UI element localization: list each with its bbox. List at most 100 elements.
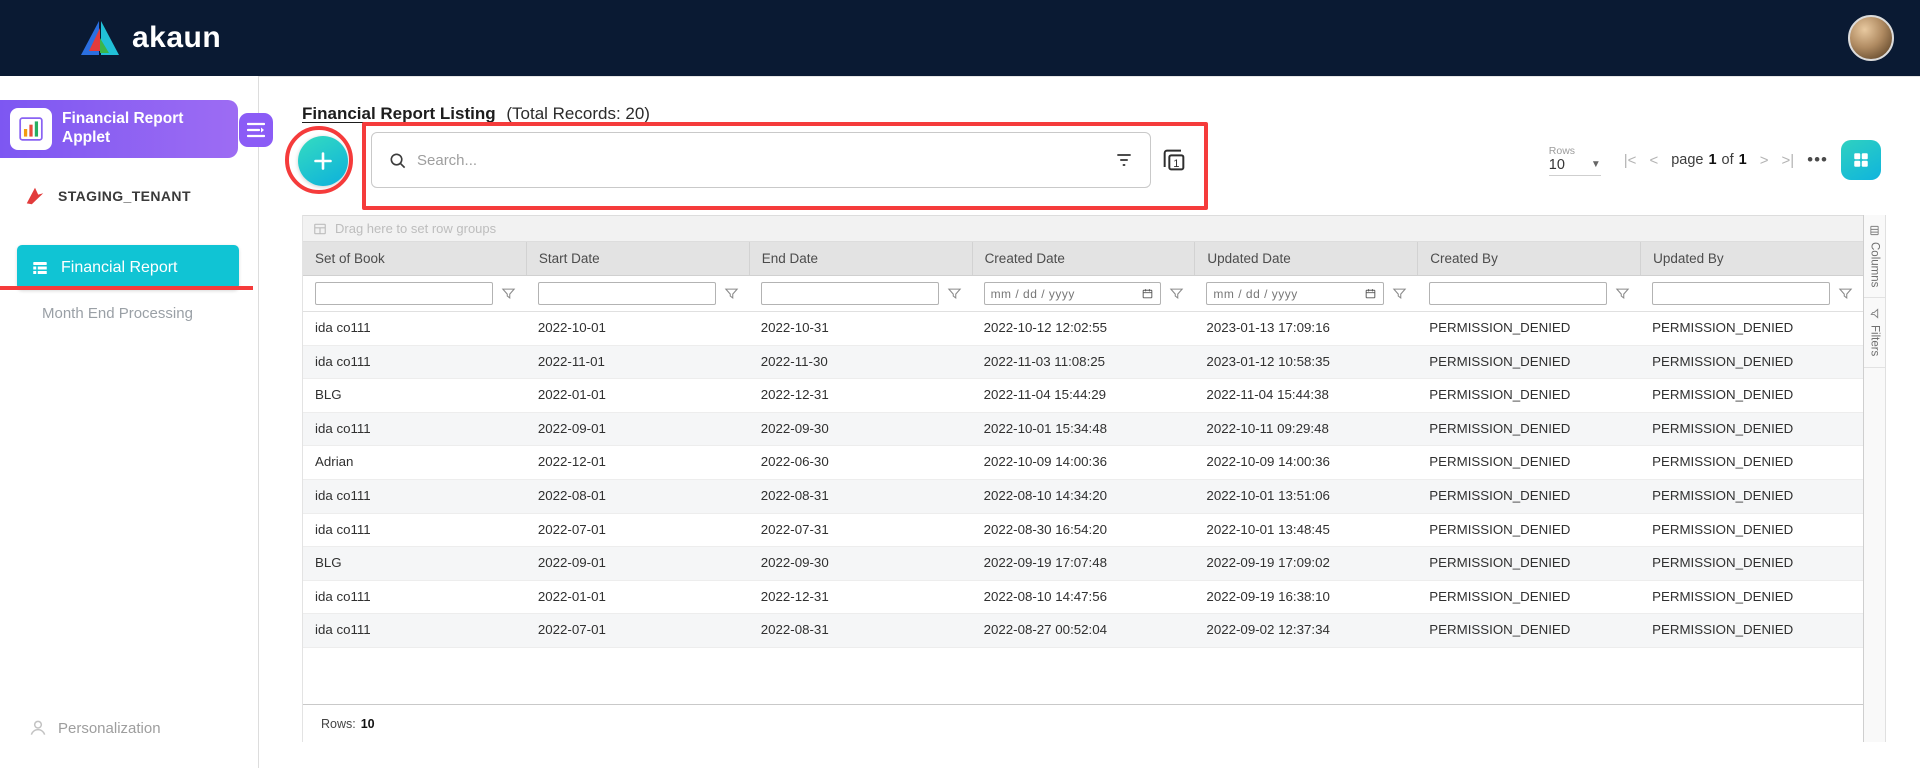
table-cell: ida co111 [315, 353, 371, 369]
table-cell: 2022-08-10 14:47:56 [983, 588, 1108, 604]
sidebar-item-month-end-processing[interactable]: Month End Processing [42, 305, 193, 322]
table-cell: PERMISSION_DENIED [1652, 454, 1794, 470]
logo-text: akaun [132, 21, 222, 54]
sidebar-item-financial-report[interactable]: Financial Report [17, 245, 239, 290]
filter-funnel-icon[interactable] [1838, 286, 1853, 301]
personalization-label: Personalization [58, 719, 161, 737]
table-cell: 2022-09-01 [537, 420, 606, 436]
filter-funnel-icon[interactable] [724, 286, 739, 301]
more-options-icon[interactable]: ••• [1807, 150, 1828, 170]
table-cell: PERMISSION_DENIED [1652, 622, 1794, 638]
calendar-icon[interactable] [1141, 287, 1154, 300]
sidebar-collapse-button[interactable] [239, 113, 273, 147]
calendar-icon[interactable] [1364, 287, 1377, 300]
filter-cell [1640, 276, 1863, 311]
table-empty-space [303, 648, 1863, 704]
akaun-logo[interactable]: akaun [78, 18, 221, 58]
table-cell: ida co111 [315, 487, 371, 503]
column-filter-input[interactable] [1652, 282, 1830, 305]
page-title-row: Financial Report Listing (Total Records:… [302, 104, 650, 124]
table-cell: 2022-12-01 [537, 454, 606, 470]
table-cell: 2022-11-04 15:44:29 [983, 387, 1107, 403]
akaun-logo-icon [78, 18, 122, 58]
table-cell: PERMISSION_DENIED [1652, 555, 1794, 571]
tab-filters[interactable]: Filters [1864, 298, 1885, 368]
table-cell: 2022-07-01 [537, 622, 606, 638]
table-cell: 2023-01-13 17:09:16 [1206, 320, 1330, 335]
table-cell: 2022-07-31 [760, 521, 829, 537]
filter-funnel-icon[interactable] [1169, 286, 1184, 301]
column-header-created-date[interactable]: Created Date [971, 242, 1195, 275]
table-cell: BLG [315, 555, 342, 571]
filter-list-icon[interactable] [1114, 150, 1134, 170]
table-cell: PERMISSION_DENIED [1429, 555, 1571, 571]
next-page-icon[interactable]: > [1760, 152, 1769, 169]
search-input[interactable] [415, 150, 1106, 170]
column-header-set-of-book[interactable]: Set of Book [303, 242, 526, 275]
table-row[interactable]: BLG 2022-09-01 2022-09-30 2022-09-19 17:07:… [303, 547, 1863, 581]
table-cell: 2022-11-04 15:44:38 [1206, 387, 1329, 403]
last-page-icon[interactable]: >| [1781, 152, 1794, 169]
table-cell: 2022-10-09 14:00:36 [983, 454, 1108, 470]
column-header-end-date[interactable]: End Date [748, 242, 972, 275]
table-cell: 2022-10-12 12:02:55 [983, 320, 1108, 335]
table-cell: 2022-08-01 [537, 487, 606, 503]
date-placeholder: mm / dd / yyyy [1213, 286, 1298, 301]
tab-columns[interactable]: Columns [1864, 215, 1885, 299]
filter-funnel-icon[interactable] [501, 286, 516, 301]
filter-funnel-icon[interactable] [1392, 286, 1407, 301]
table-cell: 2022-09-19 16:38:10 [1206, 588, 1330, 604]
table-row[interactable]: ida co111 2022-09-01 2022-09-30 2022-10-01 … [303, 412, 1863, 447]
table-header-row: Set of Book Start Date End Date Created Dat… [303, 242, 1863, 276]
column-filter-input[interactable] [315, 282, 493, 305]
filter-funnel-icon[interactable] [947, 286, 962, 301]
table-cell: 2022-10-01 [537, 320, 606, 335]
user-avatar[interactable] [1848, 15, 1894, 61]
prev-page-icon[interactable]: < [1649, 152, 1658, 169]
column-filter-input[interactable] [1429, 282, 1608, 305]
table-row[interactable]: Adrian 2022-12-01 2022-06-30 2022-10-09 14:… [303, 446, 1863, 480]
column-header-updated-by[interactable]: Updated By [1640, 242, 1863, 275]
table-cell: 2022-10-11 09:29:48 [1206, 420, 1329, 436]
table-row[interactable]: ida co111 2022-07-01 2022-07-31 2022-08-30 … [303, 514, 1863, 548]
table-cell: 2022-09-01 [537, 555, 606, 571]
search-bar [371, 132, 1151, 188]
table-cell: 2022-10-31 [760, 320, 829, 335]
table-row[interactable]: ida co111 2022-11-01 2022-11-30 2022-11-03 … [303, 345, 1863, 380]
table-row[interactable]: BLG 2022-01-01 2022-12-31 2022-11-04 15:44:… [303, 379, 1863, 413]
table-cell: 2022-09-19 17:07:48 [983, 555, 1108, 571]
table-cell: 2022-12-31 [760, 588, 829, 604]
grid-view-button[interactable] [1841, 140, 1881, 180]
footer-rows-label: Rows: [321, 716, 356, 731]
sidebar-item-personalization[interactable]: Personalization [28, 718, 161, 738]
filter-1-page-icon[interactable]: 1 [1160, 146, 1188, 174]
column-header-created-by[interactable]: Created By [1417, 242, 1640, 275]
table-cell: 2022-08-10 14:34:20 [983, 487, 1108, 503]
first-page-icon[interactable]: |< [1624, 152, 1637, 169]
chevron-down-icon: ▼ [1590, 159, 1601, 170]
table-cell: 2022-08-30 16:54:20 [983, 521, 1108, 537]
table-row[interactable]: ida co111 2022-08-01 2022-08-31 2022-08-10 … [303, 479, 1863, 514]
filter-funnel-icon[interactable] [1615, 286, 1630, 301]
column-filter-input[interactable] [760, 282, 939, 305]
tab-columns-label: Columns [1868, 242, 1881, 288]
table-cell: 2022-10-01 15:34:48 [983, 420, 1108, 436]
sidebar-item-tenant[interactable]: STAGING_TENANT [0, 179, 258, 213]
sidebar-item-applet[interactable]: Financial Report Applet [0, 100, 238, 158]
column-header-updated-date[interactable]: Updated Date [1194, 242, 1417, 275]
table-cell: ida co111 [315, 521, 371, 537]
column-filter-input[interactable] [537, 282, 716, 305]
table-row[interactable]: ida co111 2022-07-01 2022-08-31 2022-08-27 … [303, 614, 1863, 648]
table-cell: PERMISSION_DENIED [1652, 387, 1794, 403]
column-header-start-date[interactable]: Start Date [525, 242, 749, 275]
rows-per-page-select[interactable]: Rows 10 ▼ [1548, 145, 1601, 176]
table-cell: ida co111 [315, 420, 371, 436]
column-date-filter[interactable]: mm / dd / yyyy [1206, 282, 1385, 305]
column-date-filter[interactable]: mm / dd / yyyy [983, 282, 1162, 305]
table-cell: 2022-09-30 [760, 420, 829, 436]
row-group-dropzone[interactable]: Drag here to set row groups [303, 215, 1863, 242]
add-record-button[interactable] [298, 136, 348, 186]
table-row[interactable]: ida co111 2022-01-01 2022-12-31 2022-08-10 … [303, 581, 1863, 615]
table-row[interactable]: ida co111 2022-10-01 2022-10-31 2022-10-12 … [303, 312, 1863, 346]
app-window: akaun Financial Report Applet STAGING_TE… [0, 0, 1920, 768]
